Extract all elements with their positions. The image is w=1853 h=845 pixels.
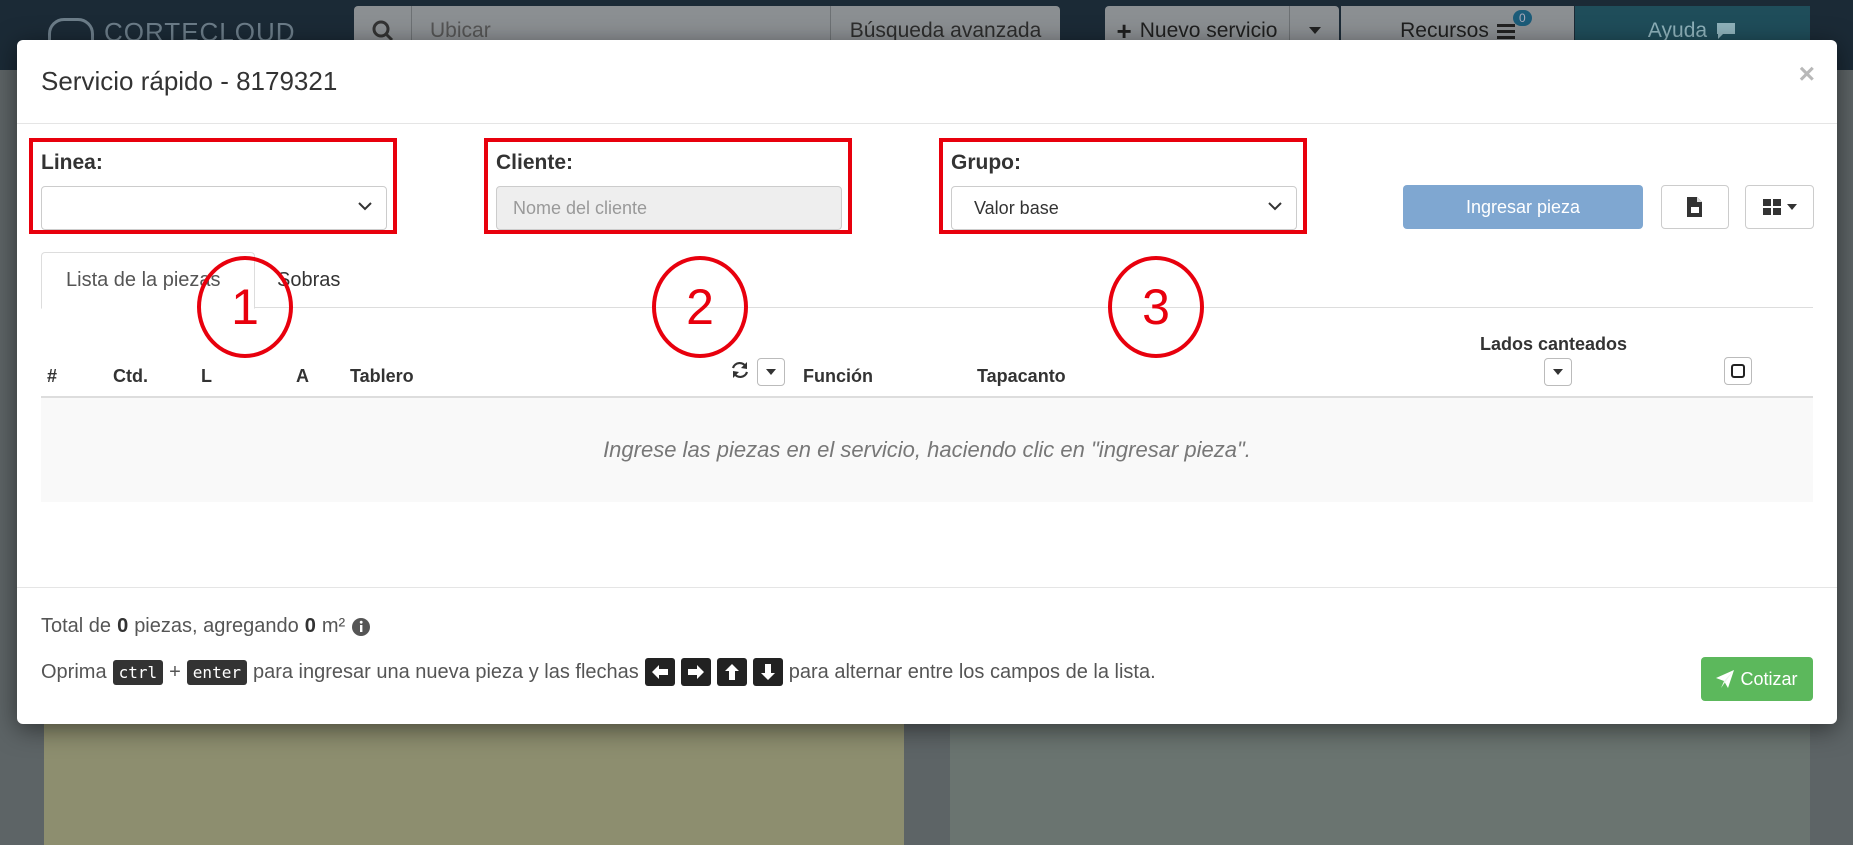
chevron-down-icon [1268,202,1282,211]
grid-icon [1762,199,1781,215]
hint-mid: para ingresar una nueva pieza y las flec… [252,660,639,683]
arrow-down-icon [752,658,783,686]
import-file-button[interactable] [1661,185,1729,229]
arrow-right-icon [680,658,711,686]
background-panel-right [950,720,1810,845]
footer-divider [17,587,1837,588]
cliente-label: Cliente: [496,151,574,174]
total-unit: m² [321,615,346,637]
hint-prefix: Oprima [41,660,107,683]
key-enter: enter [186,659,247,685]
cotizar-button[interactable]: Cotizar [1701,657,1813,701]
column-header-l: L [201,366,212,386]
total-prefix: Total de [41,615,112,637]
caret-down-icon [1786,204,1797,210]
background-panel-left [44,720,904,845]
chevron-down-icon [358,202,372,211]
refresh-icon[interactable] [730,360,750,385]
modal-header: Servicio rápido - 8179321 × [17,40,1837,124]
menu-icon [1496,24,1515,39]
column-header-funcion: Función [803,366,873,386]
empty-table-message: Ingrese las piezas en el servicio, hacie… [41,398,1813,502]
quick-service-modal: Servicio rápido - 8179321 × Linea: Clien… [17,40,1837,724]
modal-title: Servicio rápido - 8179321 [41,66,338,96]
layout-dropdown-button[interactable] [1745,185,1814,229]
keyboard-hint: Oprima ctrl + enter para ingresar una nu… [41,658,1156,686]
cliente-input[interactable]: Nome del cliente [496,186,842,230]
annotation-circle-1: 1 [197,256,293,358]
linea-label: Linea: [41,151,103,174]
column-header-tapacanto: Tapacanto [977,366,1066,386]
annotation-circle-3: 3 [1108,256,1204,358]
column-header-num: # [47,366,58,386]
close-icon[interactable]: × [1799,58,1815,90]
cotizar-label: Cotizar [1740,668,1798,689]
key-ctrl: ctrl [112,659,164,685]
comment-icon [1717,23,1736,39]
column-header-ctd: Ctd. [113,366,148,386]
grupo-label: Grupo: [951,151,1021,174]
resources-badge: 0 [1513,10,1532,26]
column-header-a: A [296,366,309,386]
grupo-select[interactable]: Valor base [951,186,1297,230]
select-all-checkbox[interactable] [1724,357,1752,385]
arrow-left-icon [644,658,675,686]
info-icon[interactable] [351,617,371,637]
total-mid: piezas, agregando [134,615,299,637]
caret-down-icon [1308,27,1321,34]
total-summary: Total de 0 piezas, agregando 0 m² [41,615,371,638]
total-area: 0 [304,615,316,637]
hint-plus: + [169,660,181,683]
column-header-tablero: Tablero [350,366,414,386]
linea-select[interactable] [41,186,387,230]
hint-suffix: para alternar entre los campos de la lis… [788,660,1156,683]
column-header-lados-canteados: Lados canteados [1480,334,1628,354]
pieces-tabs: Lista de la piezas Sobras [41,252,1813,309]
square-icon [1731,364,1745,378]
tablero-dropdown-button[interactable] [757,358,785,386]
caret-down-icon [1553,369,1563,375]
lados-dropdown-button[interactable] [1544,358,1572,386]
total-count: 0 [117,615,129,637]
file-import-icon [1687,197,1702,217]
ingresar-pieza-button[interactable]: Ingresar pieza [1403,185,1643,229]
arrow-up-icon [716,658,747,686]
grupo-select-value: Valor base [974,197,1059,218]
annotation-circle-2: 2 [652,256,748,358]
caret-down-icon [766,369,776,375]
paper-plane-icon [1716,670,1735,688]
